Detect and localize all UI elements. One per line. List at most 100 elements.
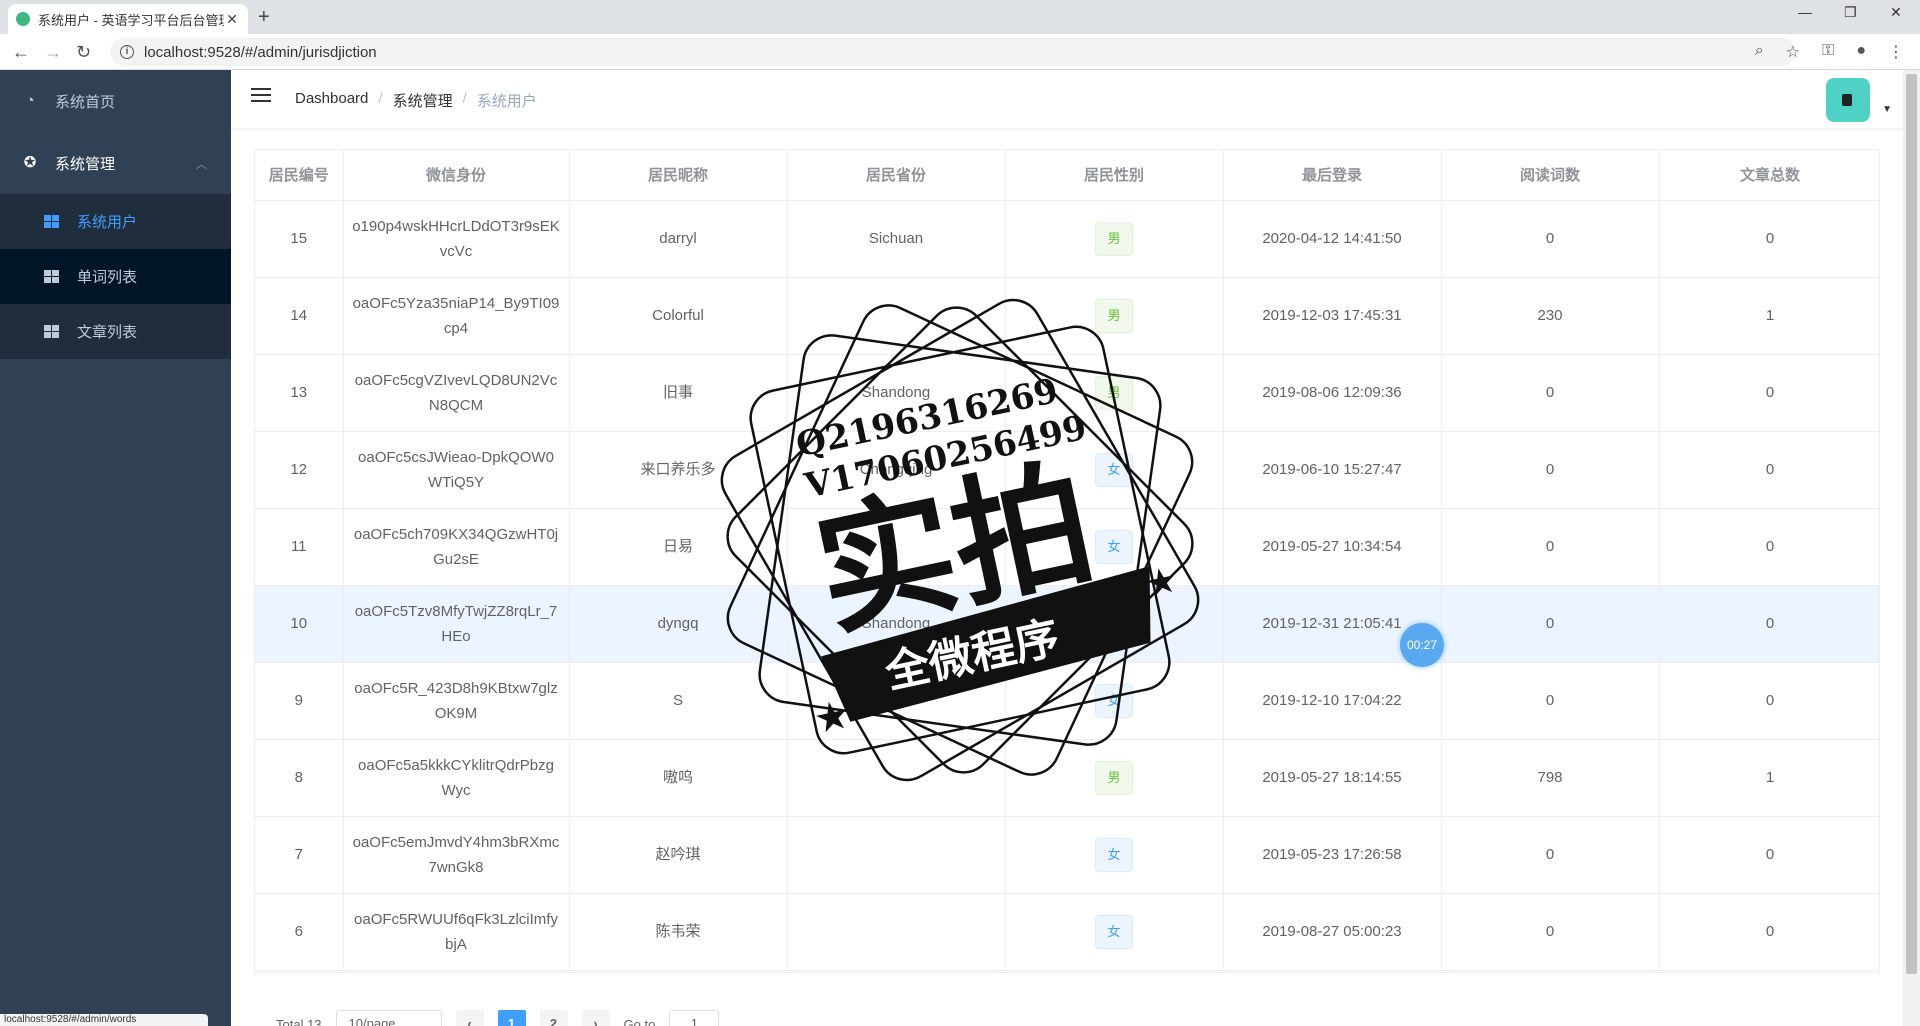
new-tab-icon[interactable]: + <box>258 6 270 29</box>
tab-close-icon[interactable]: ✕ <box>224 11 240 28</box>
pagination: Total 13 10/page ‹ 1 2 › Go to 1 <box>276 1010 720 1026</box>
browser-menu-icon[interactable]: ⋮ <box>1888 42 1904 62</box>
zoom-icon[interactable]: ⌕ <box>1755 42 1764 62</box>
gender-tag: 男 <box>1095 298 1133 333</box>
table-row[interactable]: 13 oaOFc5cgVZIvevLQD8UN2VcN8QCM 旧事 Shandong… <box>255 354 1879 432</box>
table-cell: oaOFc5cgVZIvevLQD8UN2VcN8QCM <box>343 354 570 432</box>
table-row[interactable]: 9 oaOFc5R_423D8h9KBtxw7glzOK9M S 女 2019-12-1… <box>255 662 1879 740</box>
table-row[interactable]: 11 oaOFc5ch709KX34QGzwHT0jGu2sE 日易 女 2019-05… <box>255 508 1879 586</box>
column-header: 微信身份 <box>343 150 570 201</box>
table-row[interactable]: 14 oaOFc5Yza35niaP14_By9TI09cp4 Colorful 男 2… <box>255 277 1879 355</box>
sidebar-item-label: 系统首页 <box>55 93 116 111</box>
table-cell <box>787 893 1006 971</box>
gender-tag: 男 <box>1095 221 1133 256</box>
column-header: 居民性别 <box>1005 150 1224 201</box>
browser-tab[interactable]: 系统用户 - 英语学习平台后台管理 ✕ <box>8 4 248 34</box>
page-scrollbar[interactable] <box>1903 70 1920 1026</box>
table-cell: 0 <box>1659 508 1879 586</box>
window-close-icon[interactable]: ✕ <box>1890 4 1902 21</box>
next-page-icon[interactable]: › <box>581 1010 610 1026</box>
gender-tag: 男 <box>1095 760 1133 795</box>
table-cell: oaOFc5RWUUf6qFk3LzlciImfybjA <box>343 893 570 971</box>
table-cell: 0 <box>1441 431 1660 509</box>
table-cell: Sichuan <box>787 200 1006 278</box>
table-row[interactable]: 6 oaOFc5RWUUf6qFk3LzlciImfybjA 陈韦荣 女 2019-08… <box>255 893 1879 971</box>
table-row[interactable]: 8 oaOFc5a5kkkCYklitrQdrPbzgWyc 嗷呜 男 2019-05-… <box>255 739 1879 817</box>
breadcrumb-item[interactable]: 系统管理 <box>393 90 453 111</box>
goto-label: Go to <box>623 1016 656 1026</box>
column-header: 居民编号 <box>255 150 344 201</box>
forward-icon[interactable]: → <box>44 42 62 63</box>
table-icon <box>44 325 59 338</box>
sidebar-item-home[interactable]: ◔ 系统首页 <box>0 70 231 132</box>
sidebar-item-label: 系统用户 <box>77 214 138 231</box>
table-cell: 赵吟琪 <box>569 816 788 894</box>
table-cell <box>787 277 1006 355</box>
sidebar-item-users[interactable]: 系统用户 <box>0 194 231 249</box>
page-button-2[interactable]: 2 <box>539 1010 568 1026</box>
table-row[interactable]: 12 oaOFc5csJWieao-DpkQOW0WTiQ5Y 来口养乐多 Chong… <box>255 431 1879 509</box>
table-row[interactable]: 10 oaOFc5Tzv8MfyTwjZZ8rqLr_7HEo dyngq Shand… <box>255 585 1879 663</box>
table-cell: 1 <box>1659 277 1879 355</box>
table-cell: 2019-12-03 17:45:31 <box>1223 277 1442 355</box>
table-cell: 230 <box>1441 277 1660 355</box>
minimize-icon[interactable]: — <box>1798 4 1812 20</box>
table-row[interactable]: 15 o190p4wskHHcrLDdOT3r9sEKvcVc darryl Sich… <box>255 200 1879 278</box>
table-row[interactable]: 7 oaOFc5emJmvdY4hm3bRXmc7wnGk8 赵吟琪 女 2019-05… <box>255 816 1879 894</box>
breadcrumb-item[interactable]: Dashboard <box>295 90 368 111</box>
sidebar-item-words[interactable]: 单词列表 <box>0 249 231 304</box>
goto-input[interactable]: 1 <box>669 1010 720 1026</box>
browser-address-bar: ← → ↻ i localhost:9528/#/admin/jurisdjic… <box>0 34 1920 70</box>
caret-down-icon[interactable]: ▼ <box>1882 104 1892 115</box>
hamburger-icon[interactable] <box>251 88 271 106</box>
site-info-icon[interactable]: i <box>120 45 134 59</box>
key-icon[interactable]: ⚿ <box>1822 42 1834 62</box>
table-cell: 旧事 <box>569 354 788 432</box>
table-cell <box>787 508 1006 586</box>
table-cell: oaOFc5emJmvdY4hm3bRXmc7wnGk8 <box>343 816 570 894</box>
navbar: Dashboard / 系统管理 / 系统用户 ▼ <box>231 70 1920 128</box>
table-cell: 2020-04-12 14:41:50 <box>1223 200 1442 278</box>
url-text: localhost:9528/#/admin/jurisdjiction <box>144 43 377 61</box>
dashboard-icon: ◔ <box>25 92 35 109</box>
restore-icon[interactable]: ❐ <box>1844 4 1857 21</box>
sidebar-item-articles[interactable]: 文章列表 <box>0 304 231 359</box>
table-header-row: 居民编号 微信身份 居民昵称 居民省份 居民性别 最后登录 阅读词数 文章总数 <box>255 150 1879 201</box>
reload-icon[interactable]: ↻ <box>76 42 91 63</box>
sidebar-item-label: 系统管理 <box>55 155 116 173</box>
sidebar: ◔ 系统首页 ✪ 系统管理 ︿ 系统用户 单词列表 文章列表 <box>0 70 231 1026</box>
bookmark-star-icon[interactable]: ☆ <box>1786 42 1800 62</box>
gender-cell: 男 <box>1005 739 1224 817</box>
page-size-select[interactable]: 10/page <box>335 1010 442 1026</box>
recording-timer: 00:27 <box>1400 623 1444 667</box>
sidebar-item-system[interactable]: ✪ 系统管理 ︿ <box>0 132 231 194</box>
prev-page-icon[interactable]: ‹ <box>455 1010 484 1026</box>
table-cell: Colorful <box>569 277 788 355</box>
gender-tag: 女 <box>1095 683 1133 718</box>
table-cell: 10 <box>255 585 344 663</box>
table-icon <box>44 215 59 228</box>
page-button-1[interactable]: 1 <box>497 1010 526 1026</box>
sidebar-item-label: 文章列表 <box>77 324 138 341</box>
gender-cell: 女 <box>1005 893 1224 971</box>
breadcrumb: Dashboard / 系统管理 / 系统用户 <box>295 90 537 111</box>
table-cell: 0 <box>1659 893 1879 971</box>
avatar[interactable] <box>1826 78 1870 122</box>
table-cell: darryl <box>569 200 788 278</box>
table-cell: 0 <box>1441 816 1660 894</box>
profile-icon[interactable]: ● <box>1856 42 1866 62</box>
table-cell: oaOFc5ch709KX34QGzwHT0jGu2sE <box>343 508 570 586</box>
url-input[interactable]: i localhost:9528/#/admin/jurisdjiction <box>110 38 1796 66</box>
back-icon[interactable]: ← <box>12 42 30 63</box>
table-cell: dyngq <box>569 585 788 663</box>
table-cell: oaOFc5csJWieao-DpkQOW0WTiQ5Y <box>343 431 570 509</box>
table-cell: 2019-05-23 17:26:58 <box>1223 816 1442 894</box>
gender-cell: 男 <box>1005 585 1224 663</box>
table-cell: Shandong <box>787 354 1006 432</box>
table-cell: 13 <box>255 354 344 432</box>
gender-tag: 女 <box>1095 837 1133 872</box>
table-cell: 0 <box>1659 431 1879 509</box>
gender-cell: 男 <box>1005 354 1224 432</box>
table-cell: oaOFc5Yza35niaP14_By9TI09cp4 <box>343 277 570 355</box>
table-cell: S <box>569 662 788 740</box>
